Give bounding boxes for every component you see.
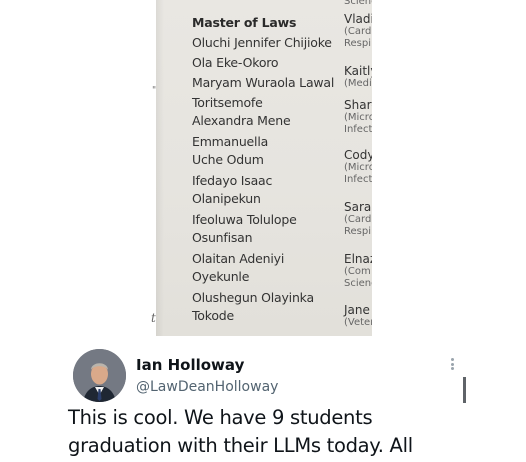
graduate-name-line: Ifedayo Isaac [192,173,273,188]
graduate-entry: Olaitan Adeniyi Oyekunle [192,250,342,286]
graduate-name-line: Emmanuella [192,134,269,149]
graduate-entry: Oluchi Jennifer Chijioke [192,34,342,52]
avatar[interactable] [73,349,126,402]
tweet-text: This is cool. We have 9 students graduat… [68,406,413,457]
graduate-entry: Toritsemofe Alexandra Mene [192,94,342,130]
graduate-name-line: Alexandra Mene [192,113,291,128]
right-column-sub: Scienc [344,278,372,289]
graduate-name-line: Osunfisan [192,230,253,245]
graduate-entry: Maryam Wuraola Lawal [192,74,342,92]
graduate-name-line: Toritsemofe [192,95,263,110]
author-name[interactable]: Ian Holloway [136,356,244,374]
right-column-entry: Cody (Micro Infect [344,148,372,186]
graduate-name-line: Olaitan Adeniyi [192,251,285,266]
right-column-name: Kaitly [344,64,372,78]
author-handle[interactable]: @LawDeanHolloway [136,378,278,396]
graduate-entry: Ifedayo Isaac Olanipekun [192,172,342,208]
graduate-entry: Olushegun Olayinka Tokode [192,289,342,325]
program-heading: Master of Laws [192,15,297,30]
profile-photo-icon [73,349,126,402]
right-column-name: Vladi [344,12,372,26]
graduate-name-line: Tokode [192,308,235,323]
graduate-name-line: Ifeoluwa Tolulope [192,212,297,227]
graduate-name-line: Oluchi Jennifer Chijioke [192,35,332,50]
graduate-entry: Ola Eke-Okoro [192,54,342,72]
right-column-name: Jane [344,303,370,317]
right-column-sub: (Medi [344,78,372,89]
right-column-entry: Saral (Card Respi [344,200,372,238]
right-column-sub: Infect [344,124,372,135]
right-column-sub: (Com [344,266,371,277]
right-column-top-fragment: Scienc [344,0,372,7]
graduate-name-line: Olanipekun [192,191,261,206]
right-column-sub: Respi [344,38,371,49]
right-column-name: Saral [344,200,372,214]
margin-quote-mark: " [152,86,157,96]
scrollbar-thumb[interactable] [463,377,466,403]
right-column-sub: (Micro [344,162,372,173]
graduate-name-line: Uche Odum [192,152,264,167]
graduate-entry: Ifeoluwa Tolulope Osunfisan [192,211,342,247]
graduate-entry: Emmanuella Uche Odum [192,133,342,169]
right-column-sub: (Veter [344,317,372,328]
graduate-name-line: Oyekunle [192,269,250,284]
graduate-name-line: Olushegun Olayinka [192,290,314,305]
right-column-name: Cody [344,148,372,162]
right-column-name: Sharo [344,98,372,112]
graduate-name-line: Ola Eke-Okoro [192,55,279,70]
program-photo: Master of Laws Oluchi Jennifer Chijioke O… [156,0,372,336]
graduate-list: Master of Laws Oluchi Jennifer Chijioke O… [192,12,342,328]
right-column-sub: Infect [344,174,372,185]
right-column-sub: (Card [344,214,372,225]
right-column-entry: Elnaz(ComScienc [344,252,372,290]
right-column-entry: Jane (Veter [344,303,372,329]
right-column-sub: (Cardi [344,26,372,37]
more-options-icon[interactable] [446,355,458,373]
graduate-name-line: Maryam Wuraola Lawal [192,75,335,90]
margin-t-mark: t [151,311,156,325]
right-column-sub: Respi [344,226,371,237]
right-column-entry: Sharo(MicroInfect [344,98,372,136]
right-column-sub: (Micro [344,112,372,123]
right-column-entry: Vladi (Cardi Respi [344,12,372,50]
right-column-name: Elnaz [344,252,372,266]
right-column-entry: Kaitly(Medi [344,64,372,90]
